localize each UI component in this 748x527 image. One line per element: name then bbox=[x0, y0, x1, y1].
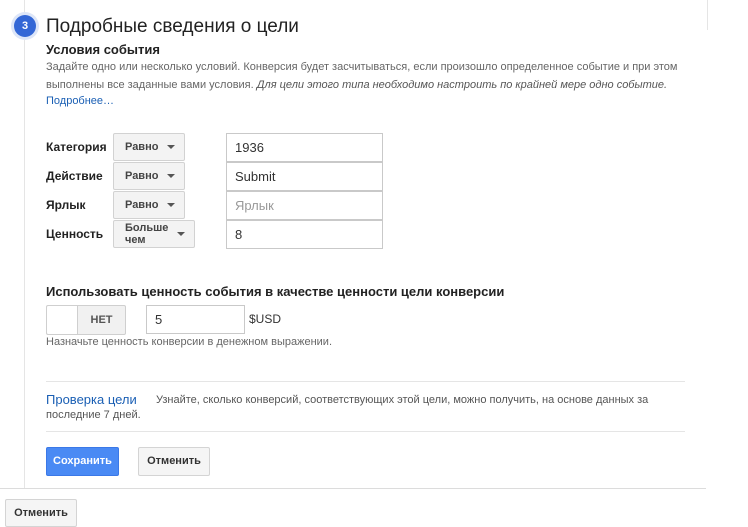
cancel-button[interactable]: Отменить bbox=[138, 447, 210, 476]
condition-label-label: Ярлык bbox=[46, 198, 86, 212]
conditions-heading: Условия события bbox=[46, 42, 160, 57]
condition-label-category: Категория bbox=[46, 140, 107, 154]
step-timeline-line bbox=[24, 0, 25, 488]
save-button[interactable]: Сохранить bbox=[46, 447, 119, 476]
goal-verification-description: Узнайте, сколько конверсий, соответствую… bbox=[46, 394, 649, 421]
category-operator-dropdown[interactable]: Равно bbox=[113, 133, 186, 161]
conversion-value-hint: Назначьте ценность конверсии в денежном … bbox=[46, 336, 332, 348]
label-value-input[interactable] bbox=[226, 191, 383, 220]
conditions-description: Задайте одно или несколько условий. Конв… bbox=[46, 58, 696, 94]
action-value-input[interactable] bbox=[226, 162, 383, 191]
value-operator-label: Больше чем bbox=[125, 222, 169, 246]
label-operator-label: Равно bbox=[125, 199, 159, 211]
conversion-value-heading: Использовать ценность события в качестве… bbox=[46, 284, 505, 299]
currency-label: $USD bbox=[249, 312, 282, 326]
value-operator-dropdown[interactable]: Больше чем bbox=[113, 220, 196, 248]
goal-verification-link[interactable]: Проверка цели bbox=[46, 392, 137, 407]
category-operator-label: Равно bbox=[125, 141, 159, 153]
chevron-down-icon bbox=[177, 232, 186, 236]
action-operator-label: Равно bbox=[125, 170, 159, 182]
toggle-knob bbox=[47, 306, 78, 334]
condition-label-action: Действие bbox=[46, 169, 103, 183]
value-value-input[interactable] bbox=[226, 220, 383, 249]
toggle-state-label: НЕТ bbox=[90, 314, 113, 326]
learn-more-link[interactable]: Подробнее… bbox=[46, 95, 114, 107]
section-right-border bbox=[707, 0, 708, 30]
outer-cancel-button[interactable]: Отменить bbox=[5, 499, 77, 527]
label-operator-dropdown[interactable]: Равно bbox=[113, 191, 186, 219]
category-value-input[interactable] bbox=[226, 133, 383, 162]
action-operator-dropdown[interactable]: Равно bbox=[113, 162, 186, 190]
chevron-down-icon bbox=[167, 145, 176, 149]
chevron-down-icon bbox=[167, 174, 176, 178]
condition-label-value: Ценность bbox=[46, 227, 104, 241]
chevron-down-icon bbox=[167, 203, 176, 207]
step-number-badge: 3 bbox=[14, 15, 36, 37]
section-bottom-border bbox=[0, 488, 706, 489]
divider-bottom bbox=[46, 431, 685, 432]
step-title: Подробные сведения о цели bbox=[46, 16, 299, 37]
conditions-description-note: Для цели этого типа необходимо настроить… bbox=[256, 79, 668, 91]
conversion-value-toggle[interactable]: НЕТ bbox=[46, 305, 126, 335]
divider-top bbox=[46, 381, 685, 382]
conversion-amount-input[interactable] bbox=[146, 305, 245, 334]
